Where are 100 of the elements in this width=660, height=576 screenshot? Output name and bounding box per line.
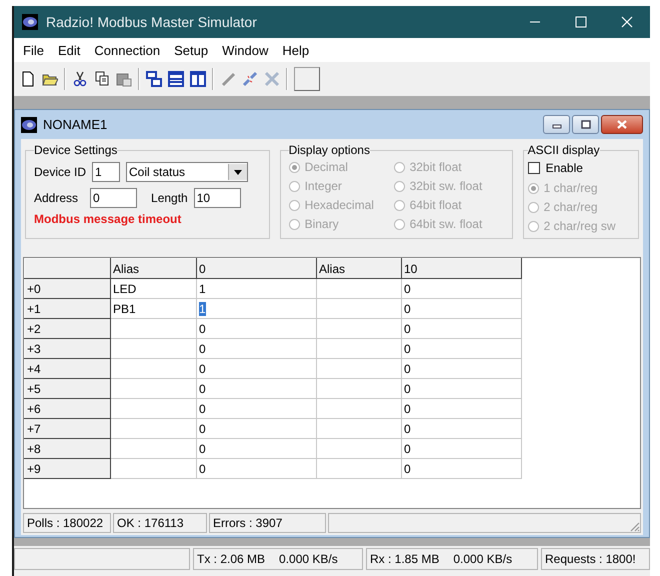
table-cell[interactable] xyxy=(316,358,402,378)
status-panel: Errors : 3907 xyxy=(209,513,326,533)
table-cell[interactable]: 0 xyxy=(196,358,316,378)
table-cell[interactable]: 0 xyxy=(196,338,316,358)
checkbox-label: Enable xyxy=(546,161,583,175)
row-header: +1 xyxy=(24,298,110,318)
connect-icon[interactable] xyxy=(220,71,236,87)
cascade-windows-icon[interactable] xyxy=(146,71,162,87)
table-cell[interactable] xyxy=(316,278,402,298)
row-header: +9 xyxy=(24,458,110,478)
table-cell[interactable]: PB1 xyxy=(110,298,196,318)
field-label: Device ID xyxy=(34,165,86,179)
device-id-field[interactable]: 1 xyxy=(92,162,120,182)
table-cell[interactable]: 1 xyxy=(196,298,316,318)
column-header: 10 xyxy=(402,258,522,278)
table-cell[interactable]: 0 xyxy=(402,378,522,398)
length-field[interactable]: 10 xyxy=(194,188,241,208)
table-cell[interactable]: 0 xyxy=(196,438,316,458)
table-cell[interactable] xyxy=(316,318,402,338)
menu-item[interactable]: Window xyxy=(215,42,276,58)
table-cell[interactable]: LED xyxy=(110,278,196,298)
table-cell[interactable] xyxy=(110,458,196,478)
table-cell[interactable] xyxy=(316,438,402,458)
tile-vertical-icon[interactable] xyxy=(190,71,206,87)
table-cell[interactable] xyxy=(316,398,402,418)
table-cell[interactable]: 0 xyxy=(402,318,522,338)
app-icon xyxy=(22,14,38,30)
table-cell[interactable] xyxy=(316,378,402,398)
error-message: Modbus message timeout xyxy=(34,212,182,226)
checkbox[interactable] xyxy=(528,162,540,174)
window-title: NONAME1 xyxy=(43,117,108,132)
table-cell[interactable] xyxy=(316,338,402,358)
close-icon xyxy=(621,16,633,28)
window-title: Radzio! Modbus Master Simulator xyxy=(46,14,258,30)
table-cell[interactable] xyxy=(316,298,402,318)
status-panel: Polls : 180022 xyxy=(23,513,111,533)
table-cell[interactable]: 0 xyxy=(402,338,522,358)
table-cell[interactable]: 0 xyxy=(402,458,522,478)
table-cell[interactable]: 0 xyxy=(402,298,522,318)
row-header: +6 xyxy=(24,398,110,418)
disconnect-icon[interactable] xyxy=(242,71,258,87)
close-icon xyxy=(617,120,627,129)
table-cell[interactable]: 0 xyxy=(196,418,316,438)
table-cell[interactable] xyxy=(110,438,196,458)
row-header: +8 xyxy=(24,438,110,458)
table-cell[interactable]: 0 xyxy=(402,278,522,298)
toolbar-button[interactable] xyxy=(294,67,320,91)
tools-icon[interactable] xyxy=(264,71,280,87)
row-header: +3 xyxy=(24,338,110,358)
scissors-icon[interactable] xyxy=(72,71,88,87)
status-text: Rx : 1.85 MB xyxy=(370,552,440,566)
menu-item[interactable]: Connection xyxy=(87,42,168,58)
restore-icon xyxy=(580,120,590,129)
table-cell[interactable] xyxy=(316,418,402,438)
menu-item[interactable]: Edit xyxy=(50,42,88,58)
menu-item[interactable]: File xyxy=(16,42,51,58)
group-title: ASCII display xyxy=(528,143,600,157)
group-title: Device Settings xyxy=(34,143,118,157)
caret-icon xyxy=(234,170,242,174)
menu-item[interactable]: Setup xyxy=(167,42,216,58)
field-label: Length xyxy=(151,191,188,205)
column-header: 0 xyxy=(196,258,316,278)
close-button[interactable] xyxy=(601,115,643,134)
row-header: +0 xyxy=(24,278,110,298)
group-title: Display options xyxy=(288,143,370,157)
resize-grip-icon xyxy=(628,520,640,532)
copy-icon[interactable] xyxy=(94,71,110,87)
table-cell[interactable]: 0 xyxy=(402,398,522,418)
tile-horizontal-icon[interactable] xyxy=(168,71,184,87)
table-cell[interactable]: 0 xyxy=(402,358,522,378)
table-cell[interactable]: 0 xyxy=(196,398,316,418)
table-cell[interactable]: 0 xyxy=(196,378,316,398)
minimize-button[interactable] xyxy=(543,115,570,134)
app-icon xyxy=(21,116,37,132)
table-cell[interactable]: 0 xyxy=(196,458,316,478)
table-cell[interactable] xyxy=(110,358,196,378)
table-cell[interactable] xyxy=(110,338,196,358)
table-cell[interactable] xyxy=(110,398,196,418)
table-cell[interactable] xyxy=(316,458,402,478)
status-text: Tx : 2.06 MB xyxy=(197,552,266,566)
status-text: 0.000 KB/s xyxy=(453,552,512,566)
paste-icon[interactable] xyxy=(116,71,132,87)
table-cell[interactable] xyxy=(110,418,196,438)
type-dropdown[interactable]: Coil status xyxy=(126,162,248,182)
table-cell[interactable]: 0 xyxy=(196,318,316,338)
address-field[interactable]: 0 xyxy=(90,188,138,208)
row-header: +4 xyxy=(24,358,110,378)
menu-item[interactable]: Help xyxy=(275,42,316,58)
column-header: Alias xyxy=(110,258,196,278)
new-file-icon[interactable] xyxy=(20,71,36,87)
maximize-icon xyxy=(575,16,587,28)
status-text: 0.000 KB/s xyxy=(279,552,338,566)
field-label: Address xyxy=(34,191,78,205)
restore-button[interactable] xyxy=(572,115,599,134)
table-cell[interactable]: 0 xyxy=(402,418,522,438)
table-cell[interactable]: 0 xyxy=(402,438,522,458)
table-cell[interactable]: 1 xyxy=(196,278,316,298)
column-header: Alias xyxy=(316,258,402,278)
table-cell[interactable] xyxy=(110,318,196,338)
table-cell[interactable] xyxy=(110,378,196,398)
